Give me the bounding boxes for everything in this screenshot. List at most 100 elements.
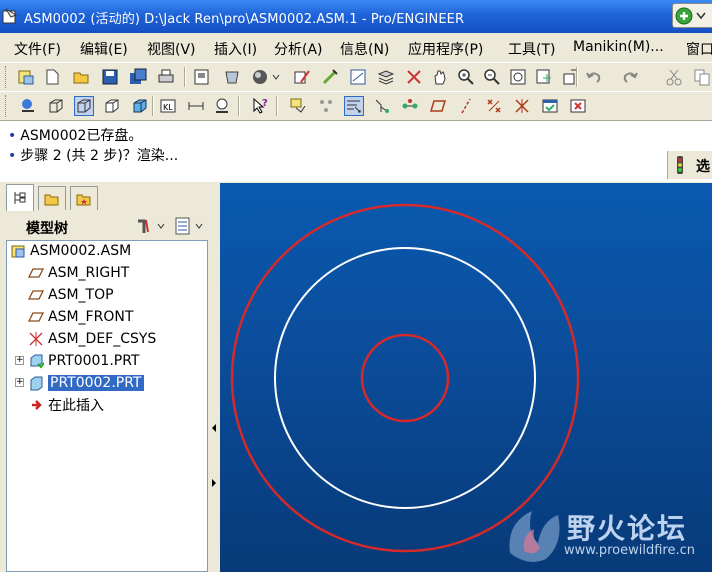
watermark-logo-icon (509, 511, 560, 562)
select-window-icon[interactable] (540, 96, 560, 116)
tree-item-asm-right[interactable]: ASM_RIGHT (27, 263, 129, 283)
model-tree[interactable]: ASM0002.ASM ASM_RIGHT ASM_TOP ASM_FRONT … (6, 240, 208, 572)
datum-display-icon[interactable] (18, 96, 38, 116)
selection-status[interactable]: 选 (667, 151, 712, 179)
redo-icon[interactable] (620, 67, 640, 87)
tree-item-insert-here[interactable]: 在此插入 (27, 395, 104, 415)
menu-tools[interactable]: 工具(T) (508, 39, 555, 59)
refit-icon[interactable] (508, 67, 528, 87)
menu-file[interactable]: 文件(F) (14, 39, 61, 59)
tree-item-asm0002[interactable]: ASM0002.ASM (9, 241, 131, 261)
menu-manikin[interactable]: Manikin(M)... (573, 39, 664, 55)
hidden-line-icon[interactable] (74, 96, 94, 116)
cut-icon[interactable] (664, 67, 684, 87)
zoom-out-icon[interactable] (482, 67, 502, 87)
model-display-icon[interactable] (222, 67, 242, 87)
tree-item-prt0002[interactable]: PRT0002.PRT (27, 373, 145, 393)
axis-toggle-icon[interactable] (456, 96, 476, 116)
datum-axes-icon[interactable] (186, 96, 206, 116)
copy-icon[interactable] (692, 67, 712, 87)
message-area: • ASM0002已存盘。 • 步骤 2 (共 2 步)？渲染... 选 (0, 120, 712, 182)
csys-toggle-icon[interactable] (512, 96, 532, 116)
sketch-tool-icon[interactable] (292, 67, 312, 87)
menu-window[interactable]: 窗口 (686, 39, 712, 59)
watermark-title: 野火论坛 (567, 512, 688, 545)
message-line: • ASM0002已存盘。 (8, 128, 143, 144)
toolbar-grip[interactable] (5, 95, 9, 117)
plane-toggle-icon[interactable] (428, 96, 448, 116)
title-bar[interactable]: ASM0002 (活动的) D:\Jack Ren\pro\ASM0002.AS… (0, 0, 712, 33)
chevron-down-icon[interactable] (270, 67, 282, 87)
bullet-icon: • (8, 148, 17, 164)
toolbar-grip[interactable] (5, 66, 9, 88)
new-window-icon[interactable] (16, 67, 36, 87)
toolbar-main (0, 62, 712, 90)
no-hidden-icon[interactable] (102, 96, 122, 116)
toolbar-separator (152, 96, 154, 116)
datum-plane-icon (27, 287, 45, 303)
panel-sash[interactable] (208, 182, 220, 572)
zoom-in-icon[interactable] (456, 67, 476, 87)
menu-view[interactable]: 视图(V) (147, 39, 196, 59)
open-folder-icon[interactable] (72, 67, 92, 87)
csys-icon (27, 331, 45, 347)
layers-icon[interactable] (376, 67, 396, 87)
help-button[interactable] (672, 3, 712, 28)
model-tree-header: 模型树 (6, 212, 208, 240)
print-icon[interactable] (156, 67, 176, 87)
new-file-icon[interactable] (42, 67, 62, 87)
expand-toggle[interactable]: + (15, 356, 24, 365)
print-preview-icon[interactable] (192, 67, 212, 87)
graphics-window[interactable]: 野火论坛 www.proewildfire.cn (220, 183, 712, 572)
saved-views-icon[interactable] (348, 67, 368, 87)
tab-folder-browser[interactable] (38, 186, 66, 210)
shading-sphere-icon[interactable] (250, 67, 270, 87)
datum-plane-tool-icon[interactable] (288, 96, 308, 116)
whats-this-icon[interactable]: ? (250, 96, 270, 116)
datum-planes-icon[interactable]: KL (158, 96, 178, 116)
part-icon (27, 353, 45, 369)
app-icon[interactable] (2, 7, 20, 25)
save-copy-icon[interactable] (128, 67, 148, 87)
shaded-cube-icon[interactable] (130, 96, 150, 116)
sketch-insert-icon[interactable] (344, 96, 364, 116)
menu-insert[interactable]: 插入(I) (214, 39, 257, 59)
traffic-light-icon (677, 156, 683, 174)
list-view-icon (175, 217, 203, 235)
inner-circle (360, 333, 450, 423)
undo-icon[interactable] (584, 67, 604, 87)
close-window-icon[interactable] (568, 96, 588, 116)
tab-favorites[interactable] (70, 186, 98, 210)
tab-model-tree[interactable] (6, 184, 34, 211)
svg-text:?: ? (262, 98, 268, 109)
insert-arrow-icon (27, 397, 45, 413)
pan-hand-icon[interactable] (430, 67, 450, 87)
pen-tool-icon[interactable] (320, 67, 340, 87)
tree-item-prt0001[interactable]: PRT0001.PRT (27, 351, 140, 371)
show-dropdown[interactable] (174, 217, 206, 235)
wireframe-icon[interactable] (46, 96, 66, 116)
toolbar-display: KL ? (0, 91, 712, 119)
redraw-icon[interactable] (534, 67, 554, 87)
menu-applications[interactable]: 应用程序(P) (408, 39, 483, 59)
tree-item-asm-def-csys[interactable]: ASM_DEF_CSYS (27, 329, 156, 349)
save-icon[interactable] (100, 67, 120, 87)
spin-orient-icon[interactable] (404, 67, 424, 87)
expand-toggle[interactable]: + (15, 378, 24, 387)
middle-circle (274, 247, 536, 509)
tools-icon (138, 219, 165, 233)
tree-item-asm-top[interactable]: ASM_TOP (27, 285, 114, 305)
datum-axis-tool-icon[interactable] (316, 96, 336, 116)
datum-curve-icon[interactable] (372, 96, 392, 116)
tree-item-asm-front[interactable]: ASM_FRONT (27, 307, 133, 327)
assembly-icon (9, 243, 27, 259)
menu-info[interactable]: 信息(N) (340, 39, 389, 59)
navigator-panel: 模型树 ASM0002.ASM ASM_RIGHT ASM_TOP ASM_FR… (0, 182, 212, 572)
menu-edit[interactable]: 编辑(E) (80, 39, 128, 59)
menu-analysis[interactable]: 分析(A) (274, 39, 323, 59)
point-toggle-icon[interactable] (484, 96, 504, 116)
settings-dropdown[interactable] (136, 217, 166, 235)
datum-points-icon[interactable] (212, 96, 232, 116)
datum-point-icon[interactable] (400, 96, 420, 116)
toolbar-separator (238, 96, 240, 116)
